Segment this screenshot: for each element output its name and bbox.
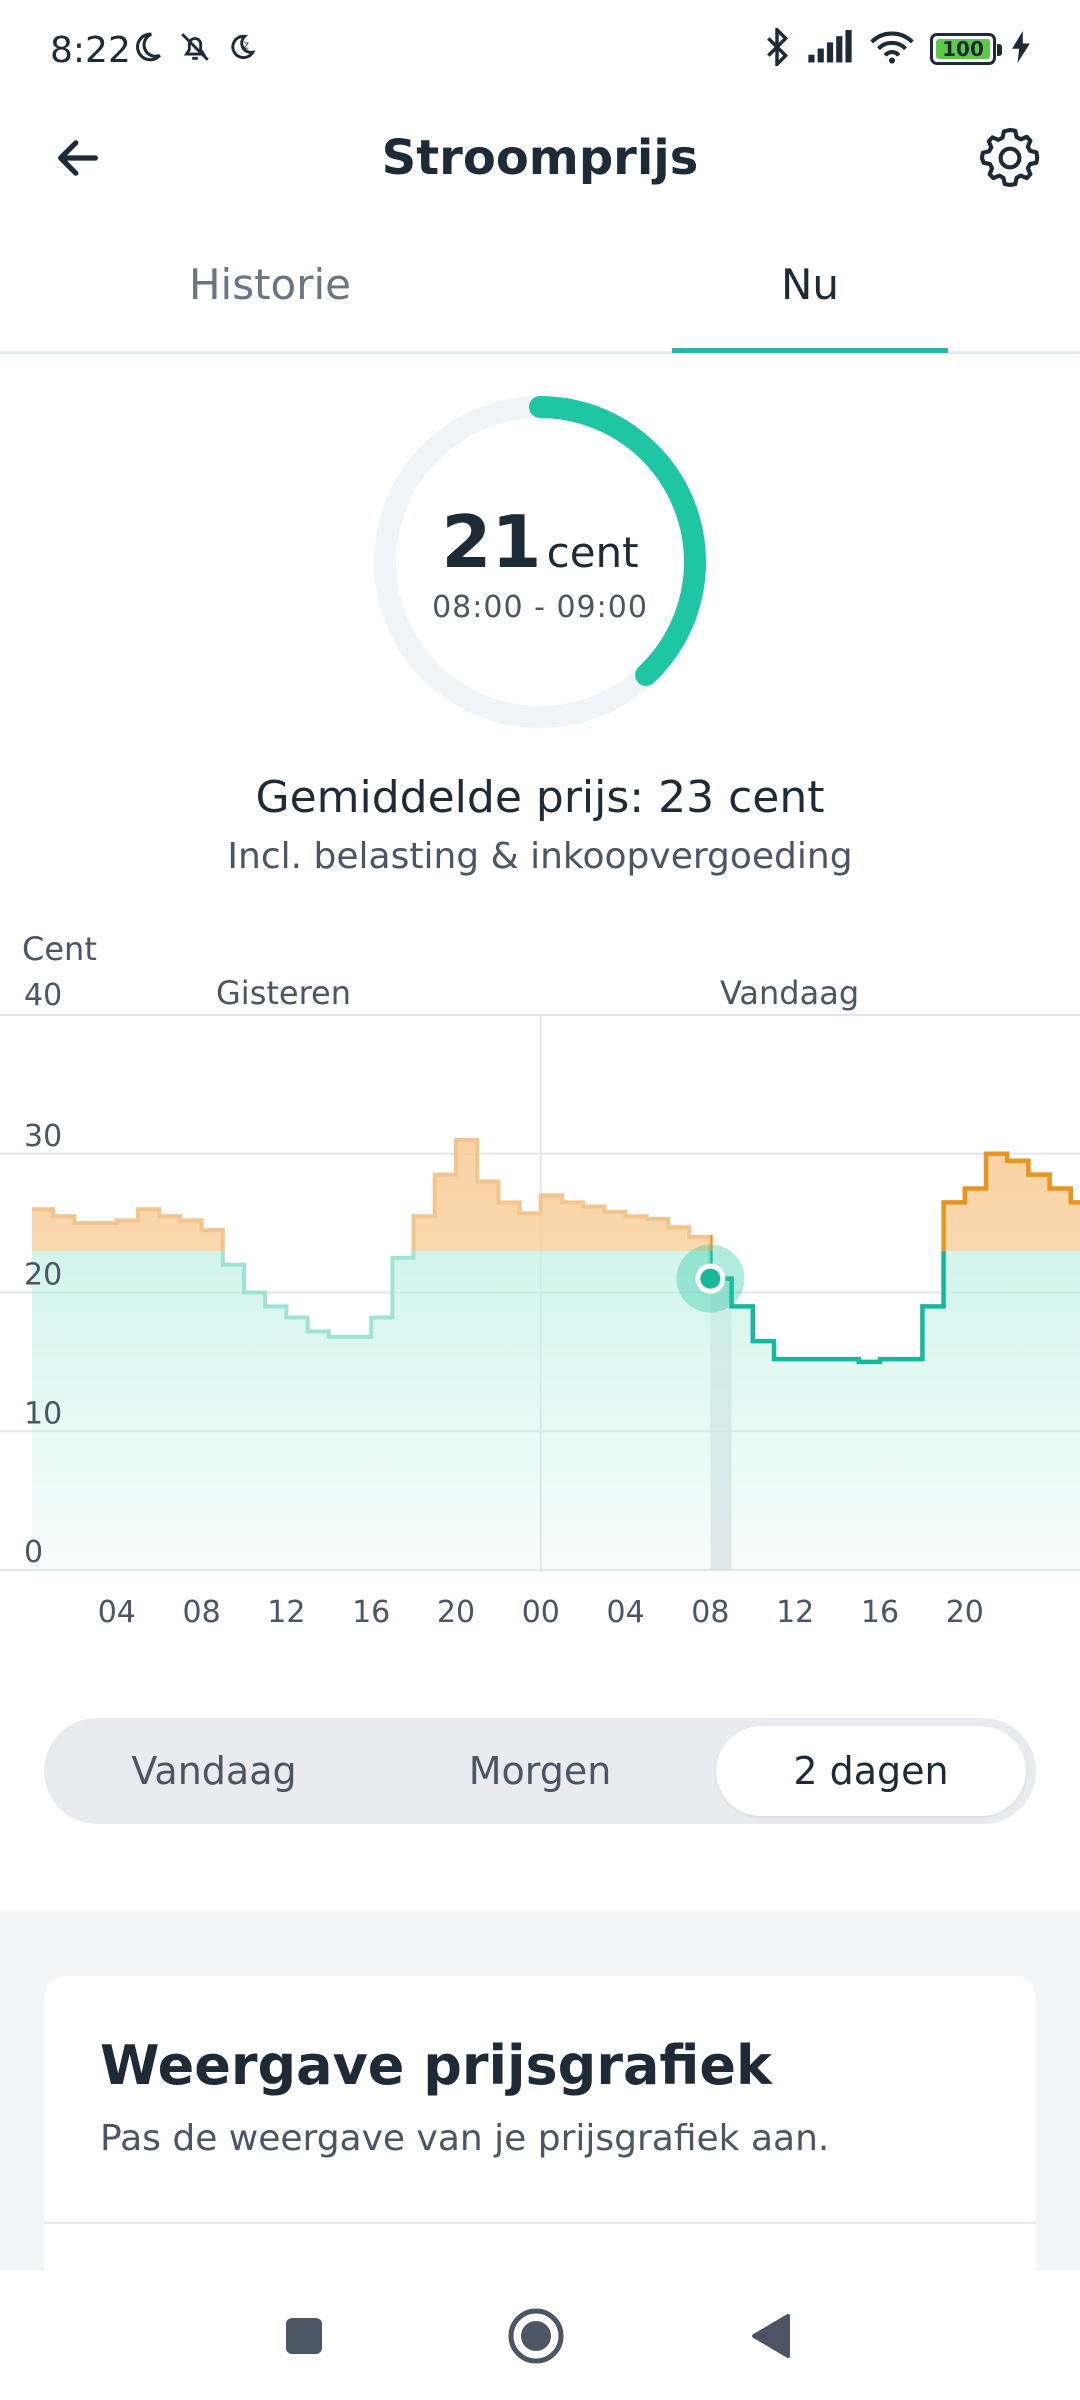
tab-indicator	[672, 348, 948, 353]
y-tick-label: 40	[24, 978, 62, 1013]
system-nav-bar	[0, 2270, 1080, 2400]
gear-icon	[977, 125, 1043, 195]
page-title: Stroomprijs	[381, 130, 699, 186]
x-tick-label: 12	[267, 1595, 305, 1630]
settings-button[interactable]	[970, 120, 1050, 200]
tab-historie[interactable]: Historie	[120, 260, 420, 309]
x-tick-label: 20	[437, 1595, 475, 1630]
chart-view-card[interactable]: Weergave prijsgrafiek Pas de weergave va…	[44, 1976, 1036, 2276]
home-button[interactable]	[506, 2308, 566, 2368]
status-time: 8:22	[50, 30, 131, 71]
y-tick-label: 10	[24, 1396, 62, 1431]
current-price-unit: cent	[546, 528, 639, 577]
settings-section: Weergave prijsgrafiek Pas de weergave va…	[0, 1910, 1080, 2276]
charging-icon	[1012, 31, 1030, 67]
y-tick-label: 0	[24, 1535, 43, 1570]
x-tick-label: 16	[352, 1595, 390, 1630]
average-price: Gemiddelde prijs: 23 cent	[255, 772, 825, 823]
tab-nu[interactable]: Nu	[672, 260, 948, 309]
bluetooth-icon	[764, 25, 790, 70]
x-tick-label: 12	[776, 1595, 814, 1630]
svg-text:z: z	[243, 38, 249, 51]
bell-off-icon	[178, 30, 212, 68]
current-time-range: 08:00 - 09:00	[432, 590, 648, 625]
card-title: Weergave prijsgrafiek	[100, 2034, 772, 2097]
battery-level: 100	[942, 37, 984, 61]
app-bar: Stroomprijs	[0, 100, 1080, 220]
back-nav-button[interactable]	[740, 2308, 800, 2368]
y-tick-label: 30	[24, 1119, 62, 1154]
range-selector: Vandaag Morgen 2 dagen	[44, 1718, 1036, 1824]
card-subtitle: Pas de weergave van je prijsgrafiek aan.	[100, 2118, 830, 2159]
battery-icon: 100	[930, 33, 1002, 65]
signal-icon	[806, 30, 854, 68]
chart-plot: 0 10 20 30 40 04 08 12 16 20 00 04 08 12 16 20	[0, 978, 1080, 1630]
x-tick-label: 04	[607, 1595, 645, 1630]
square-icon	[284, 2316, 324, 2360]
status-bar: 8:22 z 100	[0, 0, 1080, 100]
bedtime-icon: z	[226, 31, 258, 67]
recents-button[interactable]	[274, 2308, 334, 2368]
price-gauge: 21 cent 08:00 - 09:00	[370, 392, 710, 732]
x-tick-label: 04	[98, 1595, 136, 1630]
x-tick-label: 16	[861, 1595, 899, 1630]
y-tick-label: 20	[24, 1258, 62, 1293]
x-tick-label: 08	[691, 1595, 729, 1630]
x-tick-label: 08	[183, 1595, 221, 1630]
price-note: Incl. belasting & inkoopvergoeding	[227, 836, 853, 877]
range-option-2-dagen[interactable]: 2 dagen	[716, 1726, 1026, 1816]
range-option-vandaag[interactable]: Vandaag	[54, 1726, 374, 1816]
triangle-back-icon	[748, 2312, 792, 2364]
circle-icon	[506, 2306, 566, 2370]
tab-bar: Historie Nu	[0, 230, 1080, 354]
current-price-value: 21	[441, 500, 542, 584]
moon-icon	[130, 30, 164, 68]
wifi-icon	[870, 30, 914, 68]
x-tick-label: 00	[522, 1595, 560, 1630]
range-option-morgen[interactable]: Morgen	[380, 1726, 700, 1816]
card-divider	[44, 2222, 1036, 2224]
current-marker-dot	[700, 1268, 721, 1289]
x-tick-label: 20	[946, 1595, 984, 1630]
price-chart[interactable]: Cent Gisteren Vandaag 0 10 20 30 40 04 08 12 16 2…	[0, 920, 1080, 1640]
